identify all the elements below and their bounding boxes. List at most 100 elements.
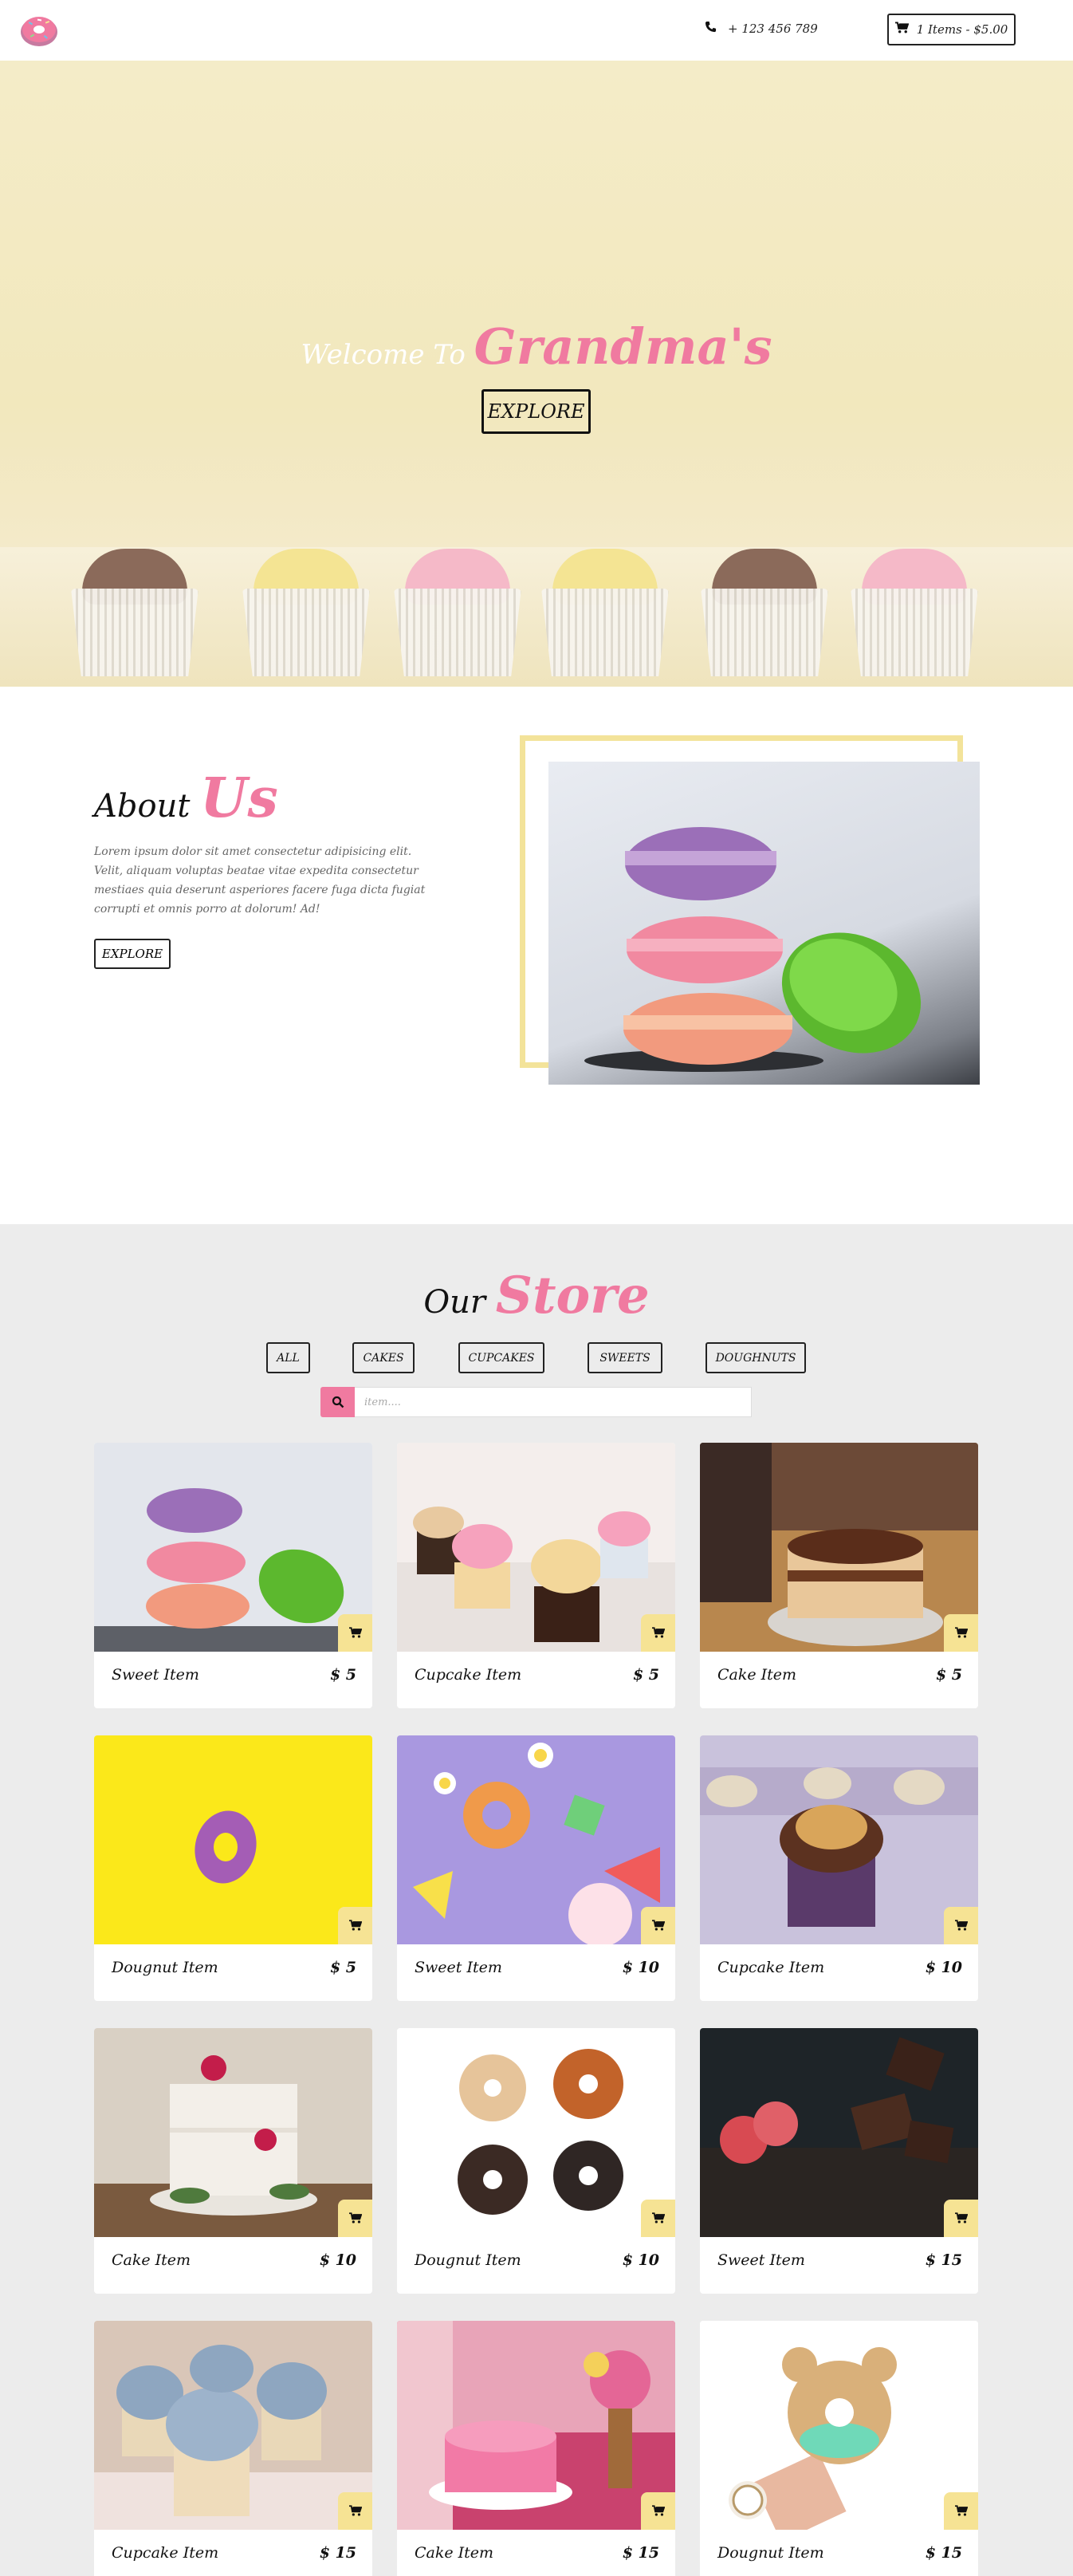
store-item-card[interactable]: Sweet Item $ 5 bbox=[94, 1443, 372, 1708]
store-item-name: Cupcake Item bbox=[112, 2544, 219, 2562]
store-item-name: Cupcake Item bbox=[717, 1959, 825, 1976]
store-item-price: $ 5 bbox=[329, 1666, 356, 1684]
store-item-name: Cupcake Item bbox=[415, 1666, 522, 1684]
store-item-price: $ 15 bbox=[925, 2251, 962, 2269]
store-item-name: Dougnut Item bbox=[415, 2251, 521, 2269]
store-item-image[interactable] bbox=[94, 2321, 372, 2530]
add-to-cart-icon[interactable] bbox=[944, 2200, 978, 2237]
hero-macaron bbox=[391, 549, 525, 676]
add-to-cart-icon[interactable] bbox=[944, 1907, 978, 1944]
store-item-image[interactable] bbox=[700, 2321, 978, 2530]
add-to-cart-icon[interactable] bbox=[338, 2492, 372, 2530]
store-section: Our Store ALL CAKES CUPCAKES SWEETS DOUG… bbox=[0, 1224, 1073, 2576]
about-text: Lorem ipsum dolor sit amet consectetur a… bbox=[94, 845, 426, 916]
hero-macaron bbox=[847, 549, 981, 676]
store-item-card[interactable]: Cake Item $ 5 bbox=[700, 1443, 978, 1708]
store-item-price: $ 10 bbox=[622, 1959, 659, 1976]
store-item-name: Cake Item bbox=[112, 2251, 191, 2269]
add-to-cart-icon[interactable] bbox=[944, 2492, 978, 2530]
store-item-card[interactable]: Cupcake Item $ 5 bbox=[397, 1443, 675, 1708]
add-to-cart-icon[interactable] bbox=[641, 1614, 675, 1652]
store-item-name: Dougnut Item bbox=[112, 1959, 218, 1976]
add-to-cart-icon[interactable] bbox=[338, 1614, 372, 1652]
hero-explore-button[interactable]: EXPLORE bbox=[481, 389, 591, 434]
store-item-image[interactable] bbox=[700, 1735, 978, 1944]
filter-cakes-button[interactable]: CAKES bbox=[352, 1342, 415, 1373]
store-title-a: Our bbox=[423, 1284, 486, 1321]
store-item-name: Sweet Item bbox=[717, 2251, 805, 2269]
about-title-b: Us bbox=[200, 766, 278, 830]
macaron-paper-cup bbox=[541, 589, 669, 676]
macaron-paper-cup bbox=[701, 589, 828, 676]
store-item-image[interactable] bbox=[94, 2028, 372, 2237]
store-item-name: Sweet Item bbox=[112, 1666, 199, 1684]
add-to-cart-icon[interactable] bbox=[944, 1614, 978, 1652]
about-macaron-photo bbox=[548, 762, 980, 1085]
store-item-image[interactable] bbox=[397, 2321, 675, 2530]
store-item-price: $ 10 bbox=[925, 1959, 962, 1976]
store-item-card[interactable]: Cupcake Item $ 15 bbox=[94, 2321, 372, 2576]
store-item-card[interactable]: Dougnut Item $ 10 bbox=[397, 2028, 675, 2294]
store-title-b: Store bbox=[495, 1266, 650, 1325]
store-item-card[interactable]: Cupcake Item $ 10 bbox=[700, 1735, 978, 2001]
store-item-card[interactable]: Cake Item $ 15 bbox=[397, 2321, 675, 2576]
about-section: About Us Lorem ipsum dolor sit amet cons… bbox=[0, 687, 1073, 1224]
hero-welcome: Welcome To bbox=[301, 339, 466, 371]
store-item-image[interactable] bbox=[397, 1443, 675, 1652]
store-item-price: $ 5 bbox=[329, 1959, 356, 1976]
store-item-image[interactable] bbox=[397, 2028, 675, 2237]
filter-cupcakes-button[interactable]: CUPCAKES bbox=[458, 1342, 544, 1373]
add-to-cart-icon[interactable] bbox=[641, 2200, 675, 2237]
about-explore-button[interactable]: EXPLORE bbox=[94, 939, 171, 969]
macaron-paper-cup bbox=[851, 589, 978, 676]
store-item-image[interactable] bbox=[94, 1443, 372, 1652]
cart-summary: 1 Items - $5.00 bbox=[916, 22, 1008, 37]
store-item-price: $ 10 bbox=[319, 2251, 356, 2269]
hero-macaron bbox=[538, 549, 672, 676]
store-item-image[interactable] bbox=[94, 1735, 372, 1944]
store-item-card[interactable]: Dougnut Item $ 5 bbox=[94, 1735, 372, 2001]
store-item-card[interactable]: Sweet Item $ 10 bbox=[397, 1735, 675, 2001]
navbar: + 123 456 789 1 Items - $5.00 bbox=[0, 0, 1073, 61]
add-to-cart-icon[interactable] bbox=[641, 2492, 675, 2530]
store-item-name: Cake Item bbox=[415, 2544, 494, 2562]
cart-button[interactable]: 1 Items - $5.00 bbox=[887, 14, 1016, 45]
filter-sweets-button[interactable]: SWEETS bbox=[588, 1342, 662, 1373]
store-item-image[interactable] bbox=[397, 1735, 675, 1944]
store-item-price: $ 15 bbox=[925, 2544, 962, 2562]
hero-brand: Grandma's bbox=[474, 317, 772, 376]
store-item-price: $ 5 bbox=[935, 1666, 962, 1684]
macaron-paper-cup bbox=[394, 589, 521, 676]
store-item-image[interactable] bbox=[700, 2028, 978, 2237]
donut-logo-icon[interactable] bbox=[19, 13, 59, 48]
hero-macaron bbox=[68, 549, 202, 676]
filter-all-button[interactable]: ALL bbox=[266, 1342, 310, 1373]
store-item-price: $ 15 bbox=[319, 2544, 356, 2562]
add-to-cart-icon[interactable] bbox=[641, 1907, 675, 1944]
phone-contact[interactable]: + 123 456 789 bbox=[705, 21, 818, 36]
store-item-price: $ 5 bbox=[632, 1666, 659, 1684]
phone-number: + 123 456 789 bbox=[728, 21, 818, 36]
search-input[interactable] bbox=[355, 1387, 752, 1417]
hero-macaron bbox=[239, 549, 373, 676]
store-item-card[interactable]: Dougnut Item $ 15 bbox=[700, 2321, 978, 2576]
store-item-card[interactable]: Cake Item $ 10 bbox=[94, 2028, 372, 2294]
add-to-cart-icon[interactable] bbox=[338, 2200, 372, 2237]
cart-icon bbox=[894, 22, 910, 37]
hero-title: Welcome To Grandma's bbox=[0, 317, 1073, 376]
store-search bbox=[320, 1387, 752, 1417]
add-to-cart-icon[interactable] bbox=[338, 1907, 372, 1944]
search-icon[interactable] bbox=[320, 1387, 355, 1417]
store-item-name: Cake Item bbox=[717, 1666, 797, 1684]
about-title-a: About bbox=[94, 788, 191, 825]
store-item-card[interactable]: Sweet Item $ 15 bbox=[700, 2028, 978, 2294]
store-item-name: Dougnut Item bbox=[717, 2544, 824, 2562]
phone-icon bbox=[705, 21, 717, 36]
hero-banner: Welcome To Grandma's EXPLORE bbox=[0, 61, 1073, 687]
store-item-name: Sweet Item bbox=[415, 1959, 502, 1976]
store-item-price: $ 15 bbox=[622, 2544, 659, 2562]
about-title: About Us bbox=[94, 766, 278, 830]
filter-doughnuts-button[interactable]: DOUGHNUTS bbox=[706, 1342, 806, 1373]
macaron-paper-cup bbox=[71, 589, 198, 676]
store-item-image[interactable] bbox=[700, 1443, 978, 1652]
